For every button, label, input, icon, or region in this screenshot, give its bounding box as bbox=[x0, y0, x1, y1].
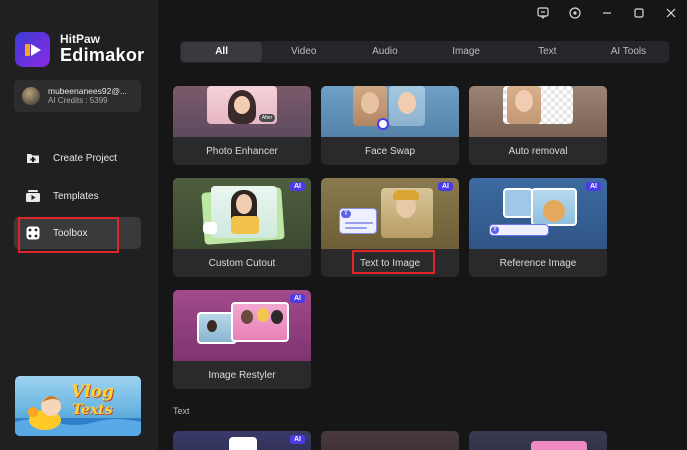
templates-icon bbox=[26, 189, 40, 203]
sidebar-item-label: Toolbox bbox=[53, 227, 88, 239]
user-account-card[interactable]: mubeenanees92@... AI Credits : 5399 bbox=[14, 80, 141, 112]
tool-card-auto-removal[interactable]: Auto removal bbox=[469, 86, 607, 165]
folder-plus-icon bbox=[26, 151, 40, 165]
app-window: HitPaw Edimakor mubeenanees92@... AI Cre… bbox=[0, 0, 687, 450]
sidebar-item-label: Create Project bbox=[53, 152, 117, 164]
maximize-icon[interactable] bbox=[623, 6, 655, 20]
auto-removal-thumbnail bbox=[469, 86, 607, 137]
feedback-icon[interactable] bbox=[527, 6, 559, 20]
toolbox-icon bbox=[26, 226, 40, 240]
tool-card-face-swap[interactable]: Face Swap bbox=[321, 86, 459, 165]
sidebar-item-create-project[interactable]: Create Project bbox=[14, 142, 141, 174]
tool-card-label: Image Restyler bbox=[208, 370, 276, 381]
face-swap-thumbnail bbox=[321, 86, 459, 137]
user-email: mubeenanees92@... bbox=[48, 86, 128, 97]
tool-card-label: Custom Cutout bbox=[208, 258, 276, 269]
brand-name-main: Edimakor bbox=[60, 45, 145, 66]
promo-banner-vlog-texts[interactable]: Vlog Texts bbox=[15, 376, 141, 436]
text-tool-thumbnail bbox=[469, 431, 607, 450]
tool-card-photo-enhancer[interactable]: After Photo Enhancer bbox=[173, 86, 311, 165]
text-tool-thumbnail bbox=[321, 431, 459, 450]
tool-card-custom-cutout[interactable]: AI Custom Cutout bbox=[173, 178, 311, 277]
tab-ai-tools[interactable]: AI Tools bbox=[588, 42, 669, 62]
brand: HitPaw Edimakor bbox=[15, 32, 144, 67]
ai-badge: AI bbox=[290, 435, 305, 444]
ai-badge: AI bbox=[438, 182, 453, 191]
tab-text[interactable]: Text bbox=[507, 42, 588, 62]
main-content: All Video Audio Image Text AI Tools Afte… bbox=[158, 0, 687, 450]
tab-video[interactable]: Video bbox=[263, 42, 344, 62]
close-icon[interactable] bbox=[655, 6, 687, 20]
text-t-icon: T bbox=[491, 226, 499, 234]
tab-all[interactable]: All bbox=[181, 42, 263, 62]
tool-card-label: Auto removal bbox=[508, 146, 568, 157]
promo-line-1: Vlog bbox=[71, 382, 114, 402]
category-tabs: All Video Audio Image Text AI Tools bbox=[180, 41, 669, 63]
tool-card-text-to-image[interactable]: T AI Text to Image bbox=[321, 178, 459, 277]
text-t-icon: T bbox=[341, 210, 351, 218]
promo-banner-title: Vlog Texts bbox=[71, 382, 114, 418]
avatar bbox=[22, 87, 40, 105]
tool-card-label: Text to Image bbox=[359, 258, 421, 269]
tab-image[interactable]: Image bbox=[426, 42, 507, 62]
minimize-icon[interactable] bbox=[591, 6, 623, 20]
tab-audio[interactable]: Audio bbox=[344, 42, 425, 62]
window-controls bbox=[527, 6, 687, 20]
tool-card-label: Reference Image bbox=[499, 258, 577, 269]
app-logo-icon bbox=[15, 32, 50, 67]
tool-card-image-restyler[interactable]: AI Image Restyler bbox=[173, 290, 311, 389]
sidebar-item-toolbox[interactable]: Toolbox bbox=[14, 217, 141, 249]
tool-card-text-1[interactable]: AI bbox=[173, 431, 311, 450]
photo-enhancer-thumbnail: After bbox=[173, 86, 311, 137]
ai-credits: AI Credits : 5399 bbox=[48, 96, 108, 106]
ai-badge: AI bbox=[290, 182, 305, 191]
tool-card-text-2[interactable] bbox=[321, 431, 459, 450]
ai-badge: AI bbox=[290, 294, 305, 303]
tool-card-label: Photo Enhancer bbox=[206, 146, 278, 157]
tool-card-label: Face Swap bbox=[364, 146, 416, 157]
sidebar-item-templates[interactable]: Templates bbox=[14, 180, 141, 212]
tool-card-text-3[interactable] bbox=[469, 431, 607, 450]
promo-line-2: Texts bbox=[72, 402, 113, 418]
ai-badge: AI bbox=[586, 182, 601, 191]
sidebar: HitPaw Edimakor mubeenanees92@... AI Cre… bbox=[0, 0, 158, 450]
tool-card-reference-image[interactable]: T AI Reference Image bbox=[469, 178, 607, 277]
after-tag: After bbox=[259, 114, 275, 122]
sidebar-item-label: Templates bbox=[53, 190, 99, 202]
settings-icon[interactable] bbox=[559, 6, 591, 20]
section-title-text: Text bbox=[173, 406, 190, 416]
